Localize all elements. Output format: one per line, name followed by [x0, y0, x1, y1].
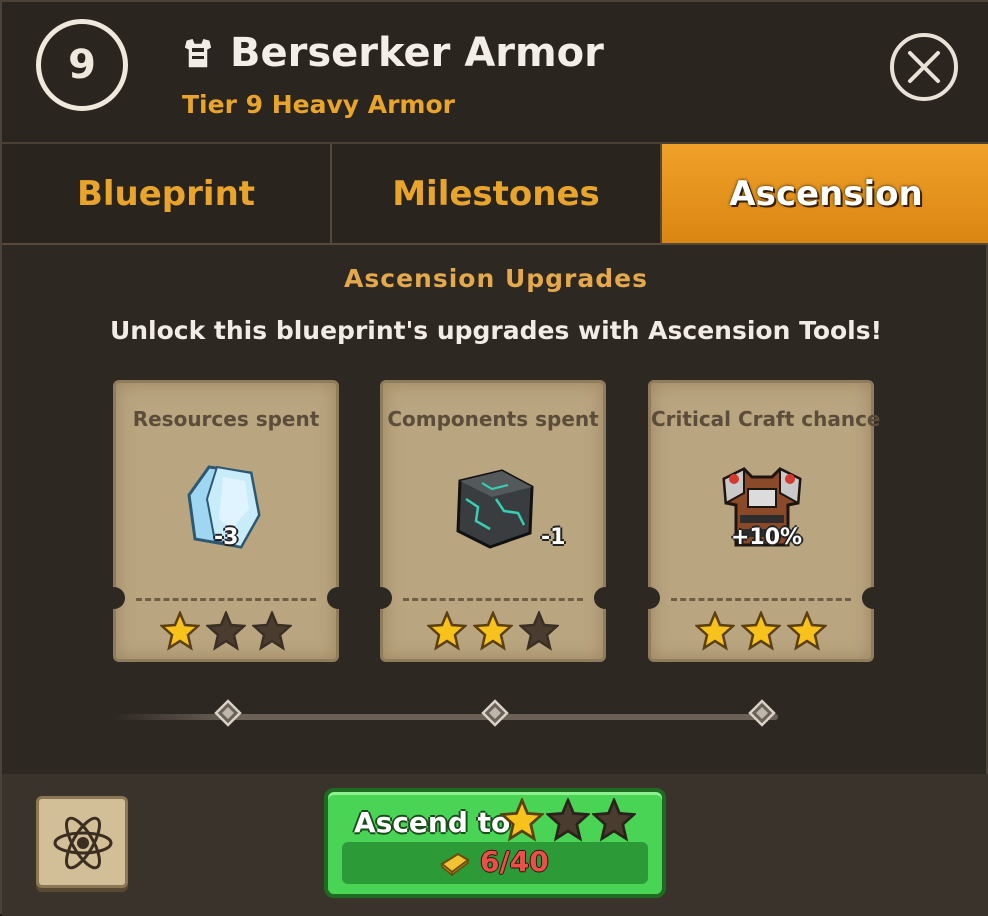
card-label: Components spent: [387, 407, 599, 431]
atom-icon: [53, 816, 113, 870]
diamond-node-icon: [481, 699, 509, 727]
card-notch: [327, 587, 349, 609]
card-notch: [862, 587, 884, 609]
tab-ascension-label: Ascension: [729, 173, 923, 214]
diamond-node-icon: [214, 699, 242, 727]
close-icon: [908, 51, 940, 83]
card-divider: [136, 598, 316, 601]
tier-number: 9: [68, 42, 96, 88]
star-empty-icon: [252, 611, 292, 651]
item-subtitle: Tier 9 Heavy Armor: [182, 90, 455, 119]
card-notch: [103, 587, 125, 609]
tab-blueprint-label: Blueprint: [76, 173, 256, 214]
card-notch: [594, 587, 616, 609]
star-filled-icon: [160, 611, 200, 651]
card-stars: [383, 611, 603, 651]
tab-blueprint[interactable]: Blueprint: [2, 144, 332, 243]
tab-ascension[interactable]: Ascension: [662, 144, 988, 243]
dialog-window: 9 Berserker Armor Tier 9 Heavy Armor Blu…: [0, 0, 988, 916]
star-empty-icon: [546, 798, 590, 842]
card-label: Resources spent: [132, 407, 320, 431]
dialog-header: 9 Berserker Armor Tier 9 Heavy Armor: [2, 2, 988, 144]
card-stars: [116, 611, 336, 651]
card-notch: [370, 587, 392, 609]
star-filled-icon: [427, 611, 467, 651]
cost-bar: 6/40: [342, 842, 648, 884]
star-filled-icon: [695, 611, 735, 651]
star-filled-icon: [787, 611, 827, 651]
cost-text: 6/40: [480, 845, 549, 878]
section-description: Unlock this blueprint's upgrades with As…: [109, 316, 883, 345]
ascend-stars: [500, 798, 636, 842]
star-empty-icon: [592, 798, 636, 842]
card-value: +10%: [731, 525, 803, 550]
diamond-node-icon: [748, 699, 776, 727]
star-empty-icon: [206, 611, 246, 651]
card-divider: [671, 598, 851, 601]
item-name: Berserker Armor: [230, 30, 604, 76]
tab-milestones[interactable]: Milestones: [332, 144, 662, 243]
tab-milestones-label: Milestones: [392, 173, 600, 214]
star-filled-icon: [741, 611, 781, 651]
star-empty-icon: [519, 611, 559, 651]
card-value: -3: [214, 525, 239, 550]
card-label: Critical Craft chance: [651, 407, 881, 431]
card-divider: [403, 598, 583, 601]
gold-bar-icon: [440, 852, 470, 876]
upgrade-card-critical-craft[interactable]: Critical Craft chance +10%: [638, 380, 884, 662]
ascend-button[interactable]: Ascend to 6/40: [324, 788, 666, 898]
star-filled-icon: [500, 798, 544, 842]
upgrade-card-components[interactable]: Components spent -1: [370, 380, 616, 662]
section-title: Ascension Upgrades: [344, 264, 648, 293]
card-stars: [651, 611, 871, 651]
tier-badge: 9: [36, 19, 128, 111]
star-filled-icon: [473, 611, 513, 651]
ascend-label: Ascend to: [354, 806, 511, 839]
armor-icon: [183, 37, 213, 69]
card-value: -1: [541, 525, 566, 550]
tab-bar: Blueprint Milestones Ascension: [2, 144, 988, 245]
upgrade-card-resources[interactable]: Resources spent -3: [103, 380, 349, 662]
ascension-tools-button[interactable]: [36, 796, 128, 888]
close-button[interactable]: [890, 33, 958, 101]
card-notch: [638, 587, 660, 609]
cracked-stone-cube-icon: [456, 469, 534, 549]
